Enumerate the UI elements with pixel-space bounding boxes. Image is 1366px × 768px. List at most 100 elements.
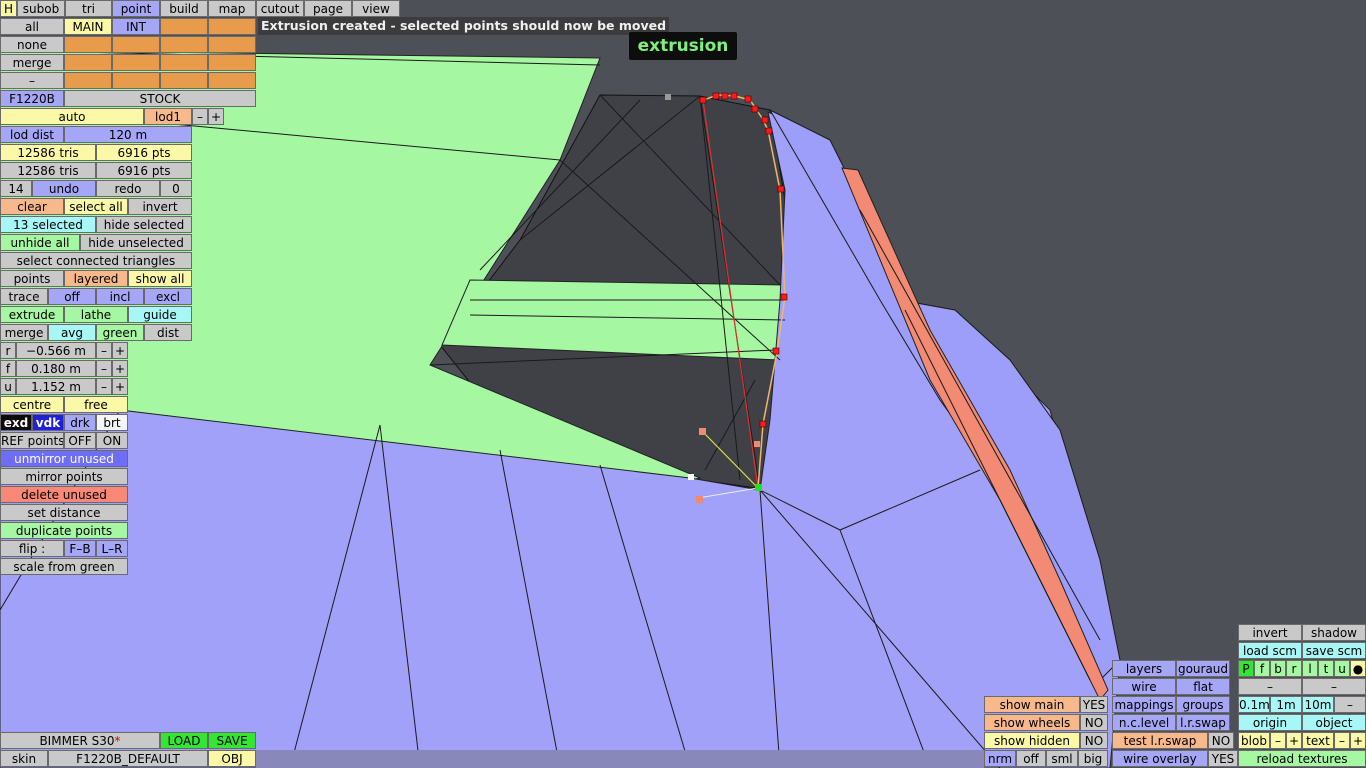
duplicate-points-button[interactable]: duplicate points	[0, 522, 128, 539]
tab-help[interactable]: H	[0, 0, 17, 17]
wire-overlay-value[interactable]: YES	[1208, 750, 1238, 767]
set-distance-button[interactable]: set distance	[0, 504, 128, 521]
coord-u-plus[interactable]: +	[112, 378, 128, 395]
layer-slot[interactable]	[208, 54, 256, 71]
test-lr-swap-button[interactable]: test l.r.swap	[1112, 732, 1208, 749]
centre-button[interactable]: centre	[0, 396, 64, 413]
flat-button[interactable]: flat	[1176, 678, 1230, 695]
layer-slot[interactable]	[112, 54, 160, 71]
car-code-button[interactable]: F1220B	[0, 90, 64, 107]
clear-selection-button[interactable]: clear	[0, 198, 64, 215]
show-wheels-value[interactable]: NO	[1080, 714, 1108, 731]
layer-dash-button[interactable]: –	[0, 72, 64, 89]
wire-button[interactable]: wire	[1112, 678, 1176, 695]
view-u-button[interactable]: u	[1334, 660, 1350, 677]
layer-slot[interactable]	[160, 36, 208, 53]
normals-nrm-button[interactable]: nrm	[984, 750, 1016, 767]
lathe-button[interactable]: lathe	[64, 306, 128, 323]
scale-from-green-button[interactable]: scale from green	[0, 558, 128, 575]
trace-excl-button[interactable]: excl	[144, 288, 192, 305]
points-button[interactable]: points	[0, 270, 64, 287]
text-plus-button[interactable]: +	[1350, 732, 1366, 749]
view-r-button[interactable]: r	[1286, 660, 1302, 677]
trace-incl-button[interactable]: incl	[96, 288, 144, 305]
layer-slot[interactable]	[64, 36, 112, 53]
tab-build[interactable]: build	[160, 0, 208, 17]
layer-slot[interactable]	[208, 36, 256, 53]
scale-01m-button[interactable]: 0.1m	[1238, 696, 1270, 713]
extrude-button[interactable]: extrude	[0, 306, 64, 323]
layer-slot[interactable]	[208, 72, 256, 89]
layer-int-button[interactable]: INT	[112, 18, 160, 35]
obj-button[interactable]: OBJ	[208, 750, 256, 767]
selected-count[interactable]: 13 selected	[0, 216, 96, 233]
lod-dist-value[interactable]: 120 m	[64, 126, 192, 143]
show-main-button[interactable]: show main	[984, 696, 1080, 713]
scale-1m-button[interactable]: 1m	[1270, 696, 1302, 713]
shade-exd-button[interactable]: exd	[0, 414, 32, 431]
invert-view-button[interactable]: invert	[1238, 624, 1302, 641]
load-button[interactable]: LOAD	[160, 732, 208, 749]
tab-map[interactable]: map	[208, 0, 256, 17]
blob-minus-button[interactable]: –	[1270, 732, 1286, 749]
show-hidden-value[interactable]: NO	[1080, 732, 1108, 749]
tab-cutout[interactable]: cutout	[256, 0, 304, 17]
normals-off-button[interactable]: off	[1016, 750, 1046, 767]
coord-f-minus[interactable]: –	[96, 360, 112, 377]
coord-value-r[interactable]: −0.566 m	[16, 342, 96, 359]
wire-overlay-button[interactable]: wire overlay	[1112, 750, 1208, 767]
lr-swap-button[interactable]: l.r.swap	[1176, 714, 1230, 731]
trace-off-button[interactable]: off	[48, 288, 96, 305]
layer-slot[interactable]	[112, 72, 160, 89]
delete-unused-button[interactable]: delete unused	[0, 486, 128, 503]
trace-button[interactable]: trace	[0, 288, 48, 305]
layer-slot[interactable]	[64, 54, 112, 71]
coord-r-minus[interactable]: –	[96, 342, 112, 359]
free-button[interactable]: free	[64, 396, 128, 413]
layer-slot[interactable]	[112, 36, 160, 53]
normals-big-button[interactable]: big	[1078, 750, 1108, 767]
groups-button[interactable]: groups	[1176, 696, 1230, 713]
view-t-button[interactable]: t	[1318, 660, 1334, 677]
shade-drk-button[interactable]: drk	[64, 414, 96, 431]
merge-avg-button[interactable]: avg	[48, 324, 96, 341]
invert-selection-button[interactable]: invert	[128, 198, 192, 215]
lod-auto-button[interactable]: auto	[0, 108, 144, 125]
view-f-button[interactable]: f	[1254, 660, 1270, 677]
select-all-button[interactable]: select all	[64, 198, 128, 215]
redo-button[interactable]: redo	[96, 180, 160, 197]
flip-lr-button[interactable]: L–R	[96, 540, 128, 557]
scale-10m-button[interactable]: 10m	[1302, 696, 1334, 713]
merge-dist-button[interactable]: dist	[144, 324, 192, 341]
stock-button[interactable]: STOCK	[64, 90, 256, 107]
save-button[interactable]: SAVE	[208, 732, 256, 749]
tab-page[interactable]: page	[304, 0, 352, 17]
layer-main-button[interactable]: MAIN	[64, 18, 112, 35]
tab-view[interactable]: view	[352, 0, 400, 17]
coord-value-u[interactable]: 1.152 m	[16, 378, 96, 395]
dash-button[interactable]: –	[1302, 678, 1366, 695]
layers-button[interactable]: layers	[1112, 660, 1176, 677]
test-lr-swap-value[interactable]: NO	[1208, 732, 1234, 749]
load-scm-button[interactable]: load scm	[1238, 642, 1302, 659]
lod-plus-button[interactable]: +	[208, 108, 224, 125]
view-l-button[interactable]: l	[1302, 660, 1318, 677]
layer-slot[interactable]	[208, 18, 256, 35]
flip-fb-button[interactable]: F–B	[64, 540, 96, 557]
show-hidden-button[interactable]: show hidden	[984, 732, 1080, 749]
blob-plus-button[interactable]: +	[1286, 732, 1302, 749]
show-all-button[interactable]: show all	[128, 270, 192, 287]
layered-button[interactable]: layered	[64, 270, 128, 287]
merge-green-button[interactable]: green	[96, 324, 144, 341]
layer-slot[interactable]	[160, 54, 208, 71]
origin-button[interactable]: origin	[1238, 714, 1302, 731]
tab-tri[interactable]: tri	[65, 0, 112, 17]
save-scm-button[interactable]: save scm	[1302, 642, 1366, 659]
view-dot-icon[interactable]: ●	[1350, 660, 1366, 677]
tab-point[interactable]: point	[112, 0, 160, 17]
scale-dash-button[interactable]: –	[1334, 696, 1366, 713]
lod-select-button[interactable]: lod1	[144, 108, 192, 125]
nc-level-button[interactable]: n.c.level	[1112, 714, 1176, 731]
text-minus-button[interactable]: –	[1334, 732, 1350, 749]
object-button[interactable]: object	[1302, 714, 1366, 731]
